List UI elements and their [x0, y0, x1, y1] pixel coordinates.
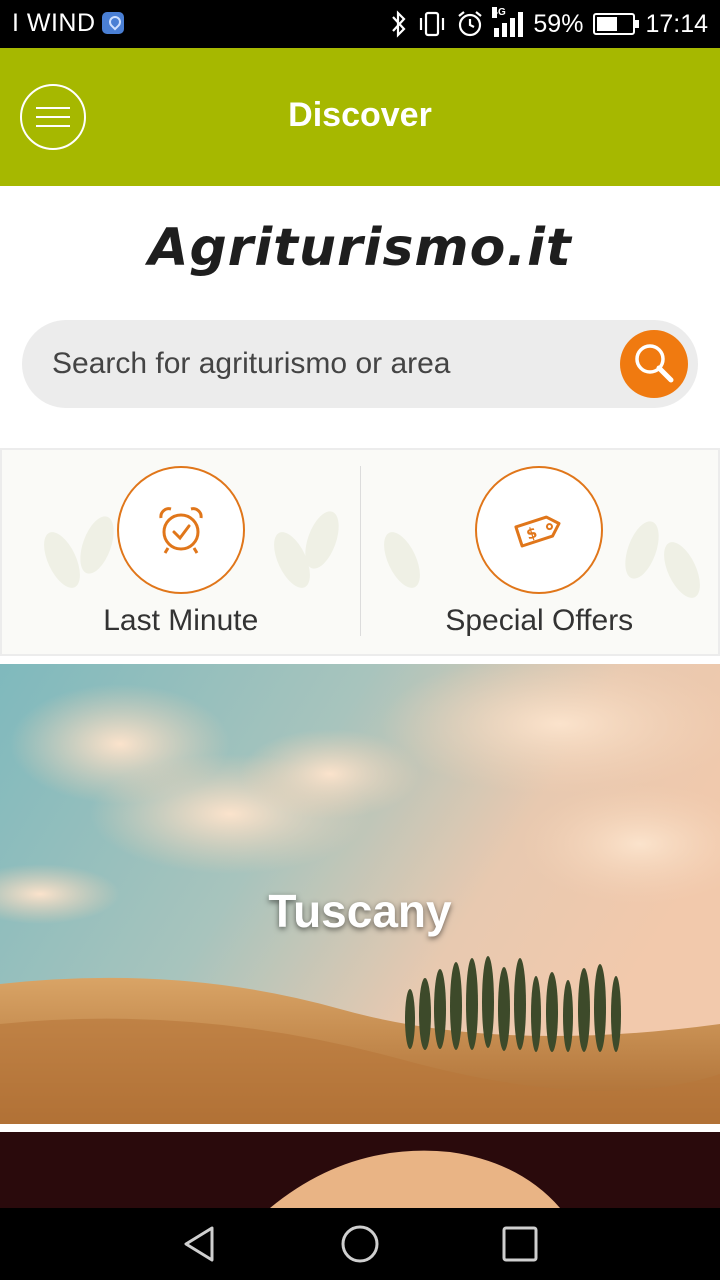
special-offers-icon-circle: $ — [475, 466, 604, 594]
status-bar: I WIND 4G 59% 17:14 — [0, 0, 720, 48]
search-input[interactable] — [52, 320, 612, 408]
bluetooth-icon — [392, 10, 406, 38]
special-offers-label: Special Offers — [445, 604, 634, 637]
page-title: Discover — [288, 96, 432, 134]
recents-icon[interactable] — [498, 1222, 542, 1266]
app-logo: Agriturismo.it — [148, 218, 572, 278]
svg-text:$: $ — [524, 523, 539, 543]
search-icon — [635, 344, 674, 383]
vibrate-icon — [420, 11, 445, 37]
signal-icon: 4G — [492, 7, 524, 37]
carrier-name: I WIND — [12, 9, 96, 37]
special-offers-button[interactable]: $ Special Offers — [361, 450, 719, 654]
region-card-next[interactable] — [0, 1132, 720, 1208]
location-icon — [102, 12, 124, 34]
last-minute-label: Last Minute — [103, 604, 259, 637]
network-type: 4G — [492, 7, 506, 18]
battery-percent: 59% — [533, 9, 584, 38]
last-minute-icon-circle — [116, 466, 245, 594]
alarm-clock-icon — [159, 507, 203, 554]
alarm-icon — [458, 11, 483, 37]
search-bar — [22, 320, 698, 408]
last-minute-button[interactable]: Last Minute — [2, 450, 360, 654]
battery-icon — [593, 13, 640, 35]
search-button[interactable] — [620, 330, 688, 398]
back-icon[interactable] — [178, 1222, 222, 1266]
home-icon[interactable] — [338, 1222, 382, 1266]
arch-image — [270, 1150, 560, 1208]
price-tag-icon: $ — [514, 515, 561, 548]
quick-actions-panel: Last Minute $ Special Offers — [0, 448, 720, 656]
status-icons: 4G 59% 17:14 — [390, 7, 708, 40]
clock: 17:14 — [645, 9, 708, 38]
region-title-tuscany: Tuscany — [268, 885, 452, 937]
system-nav-bar — [0, 1208, 720, 1280]
app-header: Discover — [0, 48, 720, 186]
